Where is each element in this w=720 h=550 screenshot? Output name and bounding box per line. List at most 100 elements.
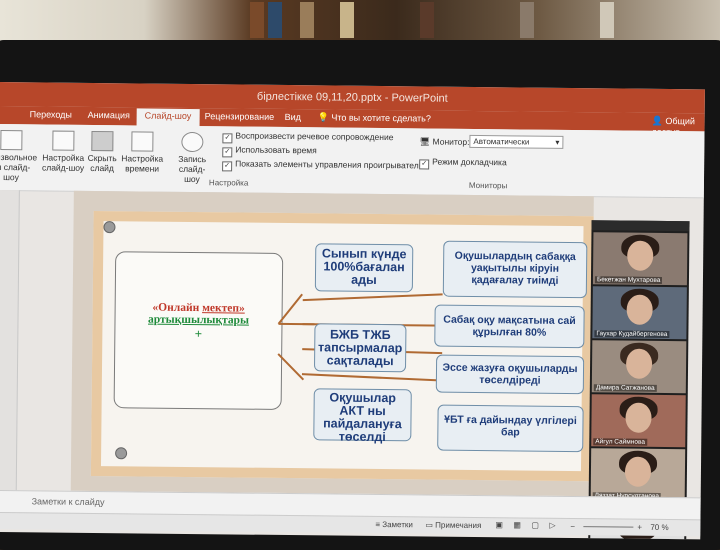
participant-face [626,294,653,325]
book [600,2,614,38]
monitor-row: 🖥 Монитор: [419,136,469,148]
box-lesson-goals-line1: Сабақ оқу мақсатына сай [443,313,576,328]
box-daily-grading-line3: ады [351,272,377,287]
check-icon: ✓ [419,159,430,170]
monitor-select[interactable]: Автоматически ▾ [469,134,564,149]
monitor-value: Автоматически [473,136,530,147]
check-icon: ✓ [222,133,233,144]
box-ict-usage[interactable]: Оқушылар АКТ ны пайдалануға төселді [313,388,412,445]
lightbulb-icon: 💡 [317,112,329,123]
zoom-in-icon[interactable]: + [637,523,642,532]
participant-tile[interactable]: Гаухар Кудайбергенова [592,286,687,340]
check-icon: ✓ [222,147,233,158]
box-ubt-line1: ҰБТ ға дайындау үлгілері [444,413,577,428]
plus-sign: + [194,326,203,342]
box-daily-grading[interactable]: Сынып күнде 100%бағалан ады [314,243,414,293]
setup-slideshow-label2: слайд-шоу [41,162,85,173]
view-sorter-icon[interactable]: ▦ [513,520,521,529]
checkbox-timings[interactable]: ✓ Использовать время [222,144,317,158]
box-ubt-line2: бар [500,426,520,439]
powerpoint-window: бірлестікке 09,11,20.pptx - PowerPoint П… [0,82,705,540]
rehearse-timings-button[interactable]: Настройка времени [121,131,164,174]
hide-slide-icon [91,130,114,152]
zoom-slider[interactable] [583,526,634,528]
custom-slideshow-label2: ан слайд-шоу [0,162,31,183]
checkbox-media-controls[interactable]: ✓ Показать элементы управления проигрыват… [222,158,429,173]
box-essay-writing[interactable]: Эссе жазуға оқушыларды төселдіреді [435,354,585,395]
connector-line [302,293,443,302]
center-title: «Онлайн мектеп» артықшылықтары + [118,301,278,343]
slideshow-icon [0,130,23,151]
zoom-level[interactable]: 70 % [650,523,668,532]
participant-face [627,240,654,271]
participant-face [625,348,653,379]
chevron-down-icon: ▾ [555,137,560,147]
checkbox-presenter-view[interactable]: ✓ Режим докладчика [419,156,507,170]
view-reading-icon[interactable]: ▢ [531,521,539,530]
hide-slide-label1: Скрыть [87,152,117,164]
hide-slide-button[interactable]: Скрыть слайд [87,130,117,174]
title-word2: мектеп» [202,302,245,315]
box-essay-line2: төселдіреді [479,374,541,387]
rehearse-label2: времени [125,163,160,174]
custom-slideshow-button[interactable]: оизвольное ан слайд-шоу [0,130,37,183]
tab-review[interactable]: Рецензирование [205,111,275,122]
view-normal-icon[interactable]: ▣ [495,520,503,529]
participant-tile[interactable]: Айгул Саймнова [591,394,686,448]
presenter-view-label: Режим докладчика [432,156,507,168]
setup-slideshow-button[interactable]: Настройка слайд-шоу [41,130,85,173]
notes-toggle-label: Заметки [382,520,413,530]
checkbox-narration[interactable]: ✓ Воспроизвести речевое сопровождение [222,130,394,145]
record-icon [181,131,204,153]
monitor-icon: 🖥 [419,136,431,147]
box-ubt-prep[interactable]: ҰБТ ға дайындау үлгілері бар [437,404,584,453]
box-attendance-line3: қадағалау тиімді [471,273,559,287]
box-lesson-goals[interactable]: Сабақ оқу мақсатына сай құрылған 80% [434,304,585,349]
slide-canvas[interactable]: «Онлайн мектеп» артықшылықтары + Сынып к… [90,210,594,482]
box-assessment-tasks[interactable]: БЖБ ТЖБ тапсырмалар сақталады [313,323,407,373]
pin-icon [103,221,116,234]
participant-face [624,456,652,487]
participant-name: Дамира Сатжанова [593,384,657,392]
tab-view[interactable]: Вид [285,112,301,122]
view-slideshow-icon[interactable]: ▷ [549,521,555,530]
slide-thumbnails-pane[interactable] [0,189,20,511]
box-assessment-line3: сақталады [326,353,394,369]
zoom-out-icon[interactable]: − [570,522,575,531]
monitor-label: Монитор: [432,136,470,147]
box-attendance-line1: Оқушылардың сабаққа [454,249,576,264]
participant-tile[interactable]: Дамира Сатжанова [591,340,687,394]
tab-transitions[interactable]: Переходы [30,109,72,119]
setup-slideshow-label1: Настройка [42,152,85,163]
comments-toggle-button[interactable]: ▭ Примечания [425,520,481,530]
box-attendance-control[interactable]: Оқушылардың сабаққа уақытылы кіруін қада… [442,240,588,299]
group-setup-label: Настройка [208,178,249,188]
participant-face [625,402,652,433]
group-monitors-label: Мониторы [468,180,508,191]
participant-name: Бекетжан Мухтарова [594,276,663,284]
tell-me-search[interactable]: 💡 Что вы хотите сделать? [318,112,431,124]
check-icon: ✓ [222,161,233,172]
person-icon: 👤 [651,115,663,126]
tab-animation[interactable]: Анимация [88,110,130,120]
title-line2: артықшылықтары [148,313,250,327]
comments-toggle-label: Примечания [435,520,482,531]
pin-icon [115,447,128,460]
participant-tile[interactable]: Бекетжан Мухтарова [592,232,688,286]
box-lesson-goals-line2: құрылған 80% [472,325,547,339]
participant-tile[interactable]: Ляззат Нурсултанова [590,448,686,502]
book [520,2,534,38]
rehearse-label1: Настройка [121,153,164,164]
box-essay-line1: Эссе жазуға оқушыларды [442,361,578,376]
box-ict-line4: төселді [338,429,386,445]
notes-toggle-button[interactable]: ≡ Заметки [375,520,413,529]
connector-line [301,373,442,382]
hide-slide-label2: слайд [90,162,114,174]
video-participants-panel: Бекетжан Мухтарова Гаухар Кудайбергенова… [588,220,690,540]
title-word1: «Онлайн [152,301,200,315]
book [300,2,314,38]
book [340,2,354,38]
book [420,2,434,38]
book [250,2,264,38]
record-slideshow-button[interactable]: Запись слайд- шоу [165,131,220,185]
